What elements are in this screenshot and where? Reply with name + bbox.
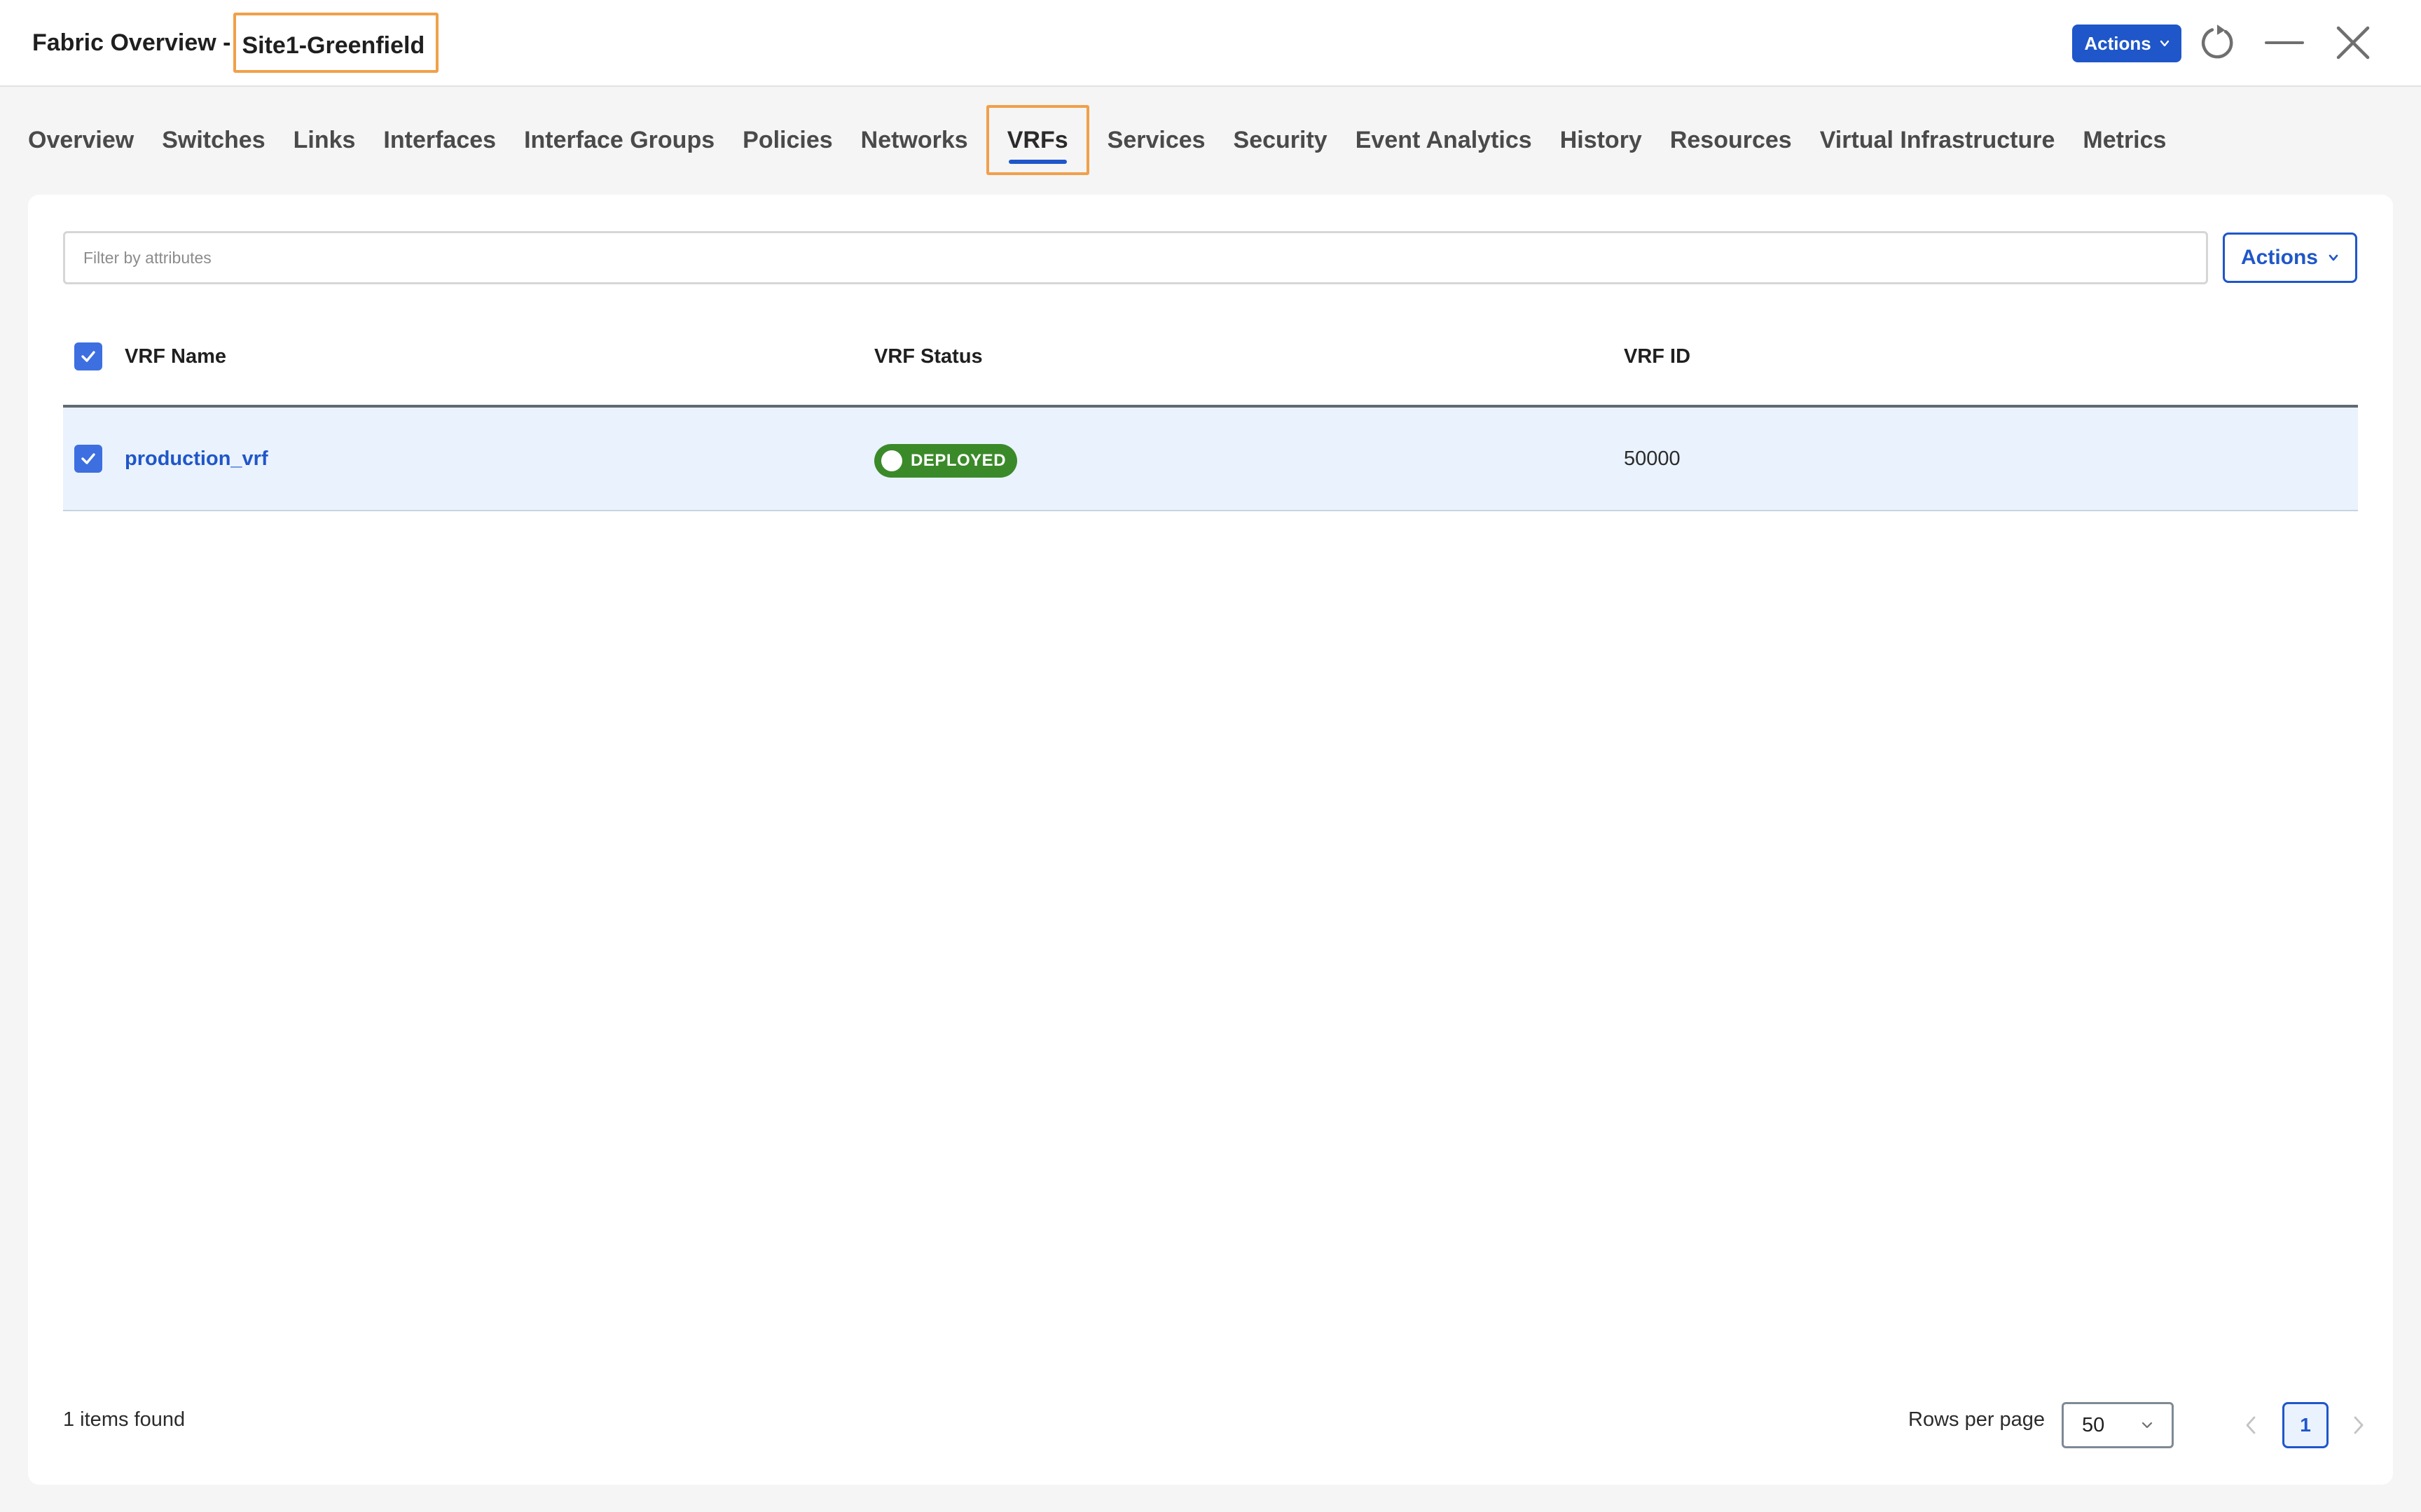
tab-services[interactable]: Services — [1094, 105, 1220, 175]
previous-page-button[interactable] — [2233, 1408, 2268, 1443]
checkmark-icon — [81, 453, 95, 464]
row-checkbox[interactable] — [74, 445, 102, 473]
chevron-down-icon — [2329, 254, 2338, 261]
column-header-vrf-name[interactable]: VRF Name — [125, 339, 226, 374]
chevron-down-icon — [2160, 40, 2169, 47]
tab-security[interactable]: Security — [1220, 105, 1341, 175]
vrf-id-value: 50000 — [1624, 448, 1681, 470]
vrf-actions-button[interactable]: Actions — [2223, 233, 2357, 283]
rows-per-page-select[interactable]: 50 — [2062, 1402, 2174, 1448]
status-badge-label: DEPLOYED — [911, 451, 1007, 470]
checkmark-icon — [81, 351, 95, 362]
refresh-icon[interactable] — [2195, 20, 2241, 66]
column-header-vrf-status[interactable]: VRF Status — [874, 339, 983, 374]
tab-resources[interactable]: Resources — [1656, 105, 1806, 175]
rows-per-page-value: 50 — [2082, 1413, 2105, 1436]
tab-bar: Overview Switches Links Interfaces Inter… — [28, 105, 2180, 175]
vrf-panel: Actions VRF Name VRF Status VRF ID produ… — [28, 195, 2393, 1485]
vrf-name-link[interactable]: production_vrf — [125, 441, 268, 476]
tab-metrics[interactable]: Metrics — [2069, 105, 2180, 175]
chevron-right-icon — [2354, 1416, 2364, 1434]
table-row[interactable]: production_vrf DEPLOYED 50000 — [63, 408, 2358, 511]
tab-interfaces[interactable]: Interfaces — [369, 105, 510, 175]
tab-links[interactable]: Links — [280, 105, 370, 175]
page-title: Fabric Overview - Site1-Greenfield — [32, 13, 439, 73]
minimize-icon[interactable] — [2261, 20, 2308, 66]
tab-vrfs[interactable]: VRFs — [986, 105, 1089, 175]
status-badge: DEPLOYED — [874, 444, 1018, 478]
tab-switches[interactable]: Switches — [148, 105, 279, 175]
chevron-down-icon — [2141, 1422, 2153, 1429]
rows-per-page-label: Rows per page — [1908, 1408, 2046, 1431]
items-found-count: 1 items found — [63, 1408, 186, 1431]
next-page-button[interactable] — [2341, 1408, 2376, 1443]
tab-interface-groups[interactable]: Interface Groups — [510, 105, 729, 175]
table-header: VRF Name VRF Status VRF ID — [63, 305, 2358, 408]
tab-networks[interactable]: Networks — [847, 105, 982, 175]
header-actions-button[interactable]: Actions — [2072, 25, 2181, 62]
status-dot-icon — [881, 450, 902, 471]
tab-event-analytics[interactable]: Event Analytics — [1341, 105, 1546, 175]
filter-input[interactable] — [63, 231, 2208, 284]
tab-overview[interactable]: Overview — [28, 105, 148, 175]
header-actions-label: Actions — [2084, 32, 2151, 54]
page-title-prefix: Fabric Overview - — [32, 29, 231, 56]
chevron-left-icon — [2246, 1416, 2256, 1434]
page-number-button[interactable]: 1 — [2282, 1402, 2329, 1448]
select-all-checkbox[interactable] — [74, 342, 102, 370]
close-icon[interactable] — [2330, 20, 2376, 66]
fabric-name: Site1-Greenfield — [233, 13, 439, 73]
column-header-vrf-id[interactable]: VRF ID — [1624, 339, 1690, 374]
tab-virtual-infrastructure[interactable]: Virtual Infrastructure — [1806, 105, 2069, 175]
tab-history[interactable]: History — [1546, 105, 1656, 175]
tab-policies[interactable]: Policies — [729, 105, 847, 175]
vrf-actions-label: Actions — [2240, 246, 2318, 269]
window-header: Fabric Overview - Site1-Greenfield Actio… — [0, 0, 2421, 87]
